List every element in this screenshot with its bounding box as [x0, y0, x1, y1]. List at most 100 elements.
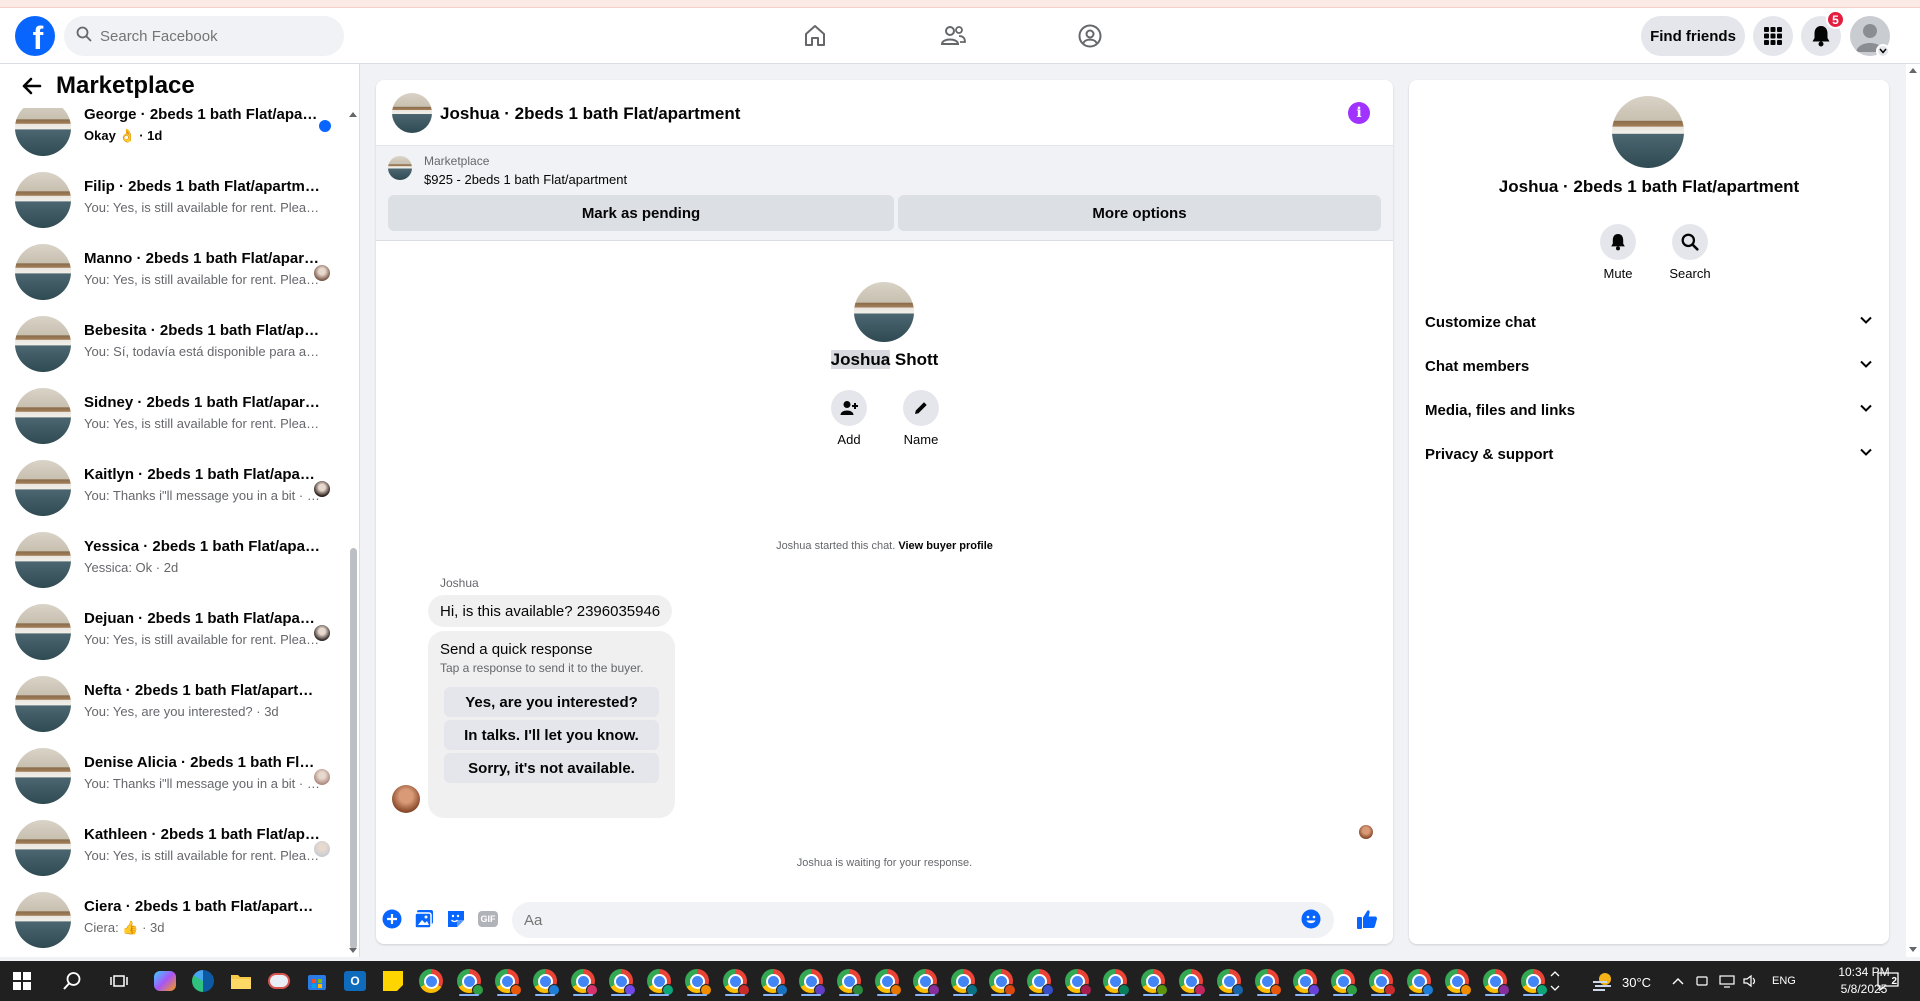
gif-icon[interactable]: GIF [476, 907, 500, 931]
mute-bell-icon[interactable] [1600, 224, 1636, 260]
add-person-icon[interactable] [831, 390, 867, 426]
customize-chat-row[interactable]: Customize chat [1409, 300, 1889, 344]
pencil-icon[interactable] [903, 390, 939, 426]
conversation-item[interactable]: Kaitlyn · 2beds 1 bath Flat/apartment You… [0, 452, 344, 524]
chat-listing-avatar[interactable] [392, 93, 432, 133]
conversation-item[interactable]: Nefta · 2beds 1 bath Flat/apartment You: … [0, 668, 344, 740]
chrome-icon[interactable] [454, 966, 484, 996]
emoji-icon[interactable] [1299, 907, 1323, 931]
windows-start-icon[interactable] [7, 966, 37, 996]
add-action[interactable]: Add [819, 390, 879, 447]
sidebar-scrollbar[interactable] [348, 108, 358, 957]
task-view-icon[interactable] [104, 966, 134, 996]
chrome-icon[interactable] [568, 966, 598, 996]
view-buyer-profile-link[interactable]: View buyer profile [898, 540, 993, 552]
mark-pending-button[interactable]: Mark as pending [388, 195, 894, 231]
friends-icon[interactable] [933, 20, 973, 52]
chrome-icon[interactable] [492, 966, 522, 996]
sticky-notes-icon[interactable] [378, 966, 408, 996]
volume-icon[interactable] [1740, 966, 1762, 996]
scrollbar-thumb[interactable] [350, 548, 357, 949]
app-icon[interactable] [264, 966, 294, 996]
quick-reply-button[interactable]: In talks. I'll let you know. [444, 720, 659, 750]
chrome-icon[interactable] [872, 966, 902, 996]
quick-reply-button[interactable]: Yes, are you interested? [444, 687, 659, 717]
chrome-icon[interactable] [1176, 966, 1206, 996]
conversation-item[interactable]: Bebesita · 2beds 1 bath Flat/apartment Yo… [0, 308, 344, 380]
chrome-icon[interactable] [1366, 966, 1396, 996]
chrome-icon[interactable] [1480, 966, 1510, 996]
home-icon[interactable] [795, 20, 835, 52]
buyer-avatar[interactable] [392, 785, 420, 813]
more-options-button[interactable]: More options [898, 195, 1381, 231]
temperature[interactable]: 30°C [1622, 975, 1651, 990]
chrome-icon[interactable] [758, 966, 788, 996]
file-explorer-icon[interactable] [226, 966, 256, 996]
account-chevron-icon[interactable] [1876, 44, 1890, 58]
chrome-icon[interactable] [720, 966, 750, 996]
copilot-icon[interactable] [150, 966, 180, 996]
chrome-icon[interactable] [910, 966, 940, 996]
search-box[interactable] [64, 16, 344, 56]
notification-center-icon[interactable]: 2 [1873, 966, 1903, 996]
tray-overflow-chevron-icon[interactable] [1546, 966, 1564, 996]
notifications-button[interactable]: 5 [1801, 10, 1845, 56]
search-input[interactable] [100, 27, 320, 45]
chrome-icon[interactable] [1442, 966, 1472, 996]
plus-circle-icon[interactable] [380, 907, 404, 931]
search-taskbar-icon[interactable] [57, 966, 87, 996]
chrome-icon[interactable] [948, 966, 978, 996]
name-action[interactable]: Name [891, 390, 951, 447]
thumbs-up-icon[interactable] [1355, 907, 1379, 931]
info-icon[interactable]: i [1348, 102, 1370, 124]
search-icon[interactable] [1672, 224, 1708, 260]
menu-grid-button[interactable] [1753, 16, 1793, 56]
network-icon[interactable] [1716, 966, 1738, 996]
store-icon[interactable] [302, 966, 332, 996]
chrome-icon[interactable] [1100, 966, 1130, 996]
incoming-message[interactable]: Hi, is this available? 2396035946 [428, 595, 673, 627]
facebook-logo[interactable]: f [15, 16, 55, 56]
chrome-icon[interactable] [606, 966, 636, 996]
buyer-intro-avatar[interactable] [854, 282, 914, 342]
message-input[interactable] [512, 902, 1334, 938]
show-hidden-icons-chevron[interactable] [1667, 966, 1689, 996]
page-scrollbar[interactable] [1906, 64, 1920, 957]
find-friends-button[interactable]: Find friends [1641, 16, 1745, 56]
quick-reply-button[interactable]: Sorry, it's not available. [444, 753, 659, 783]
conversation-item[interactable]: Sidney · 2beds 1 bath Flat/apartment You:… [0, 380, 344, 452]
chrome-icon[interactable] [796, 966, 826, 996]
chrome-icon[interactable] [1328, 966, 1358, 996]
conversation-item[interactable]: Manno · 2beds 1 bath Flat/apartment You: … [0, 236, 344, 308]
language-indicator[interactable]: ENG [1772, 975, 1796, 987]
chrome-icon[interactable] [834, 966, 864, 996]
back-arrow-icon[interactable] [16, 70, 48, 102]
details-name[interactable]: Joshua · 2beds 1 bath Flat/apartment [1409, 177, 1889, 197]
chrome-icon[interactable] [986, 966, 1016, 996]
conversation-item[interactable]: Denise Alicia · 2beds 1 bath Flat/apartm… [0, 740, 344, 812]
photo-icon[interactable] [412, 907, 436, 931]
edge-icon[interactable] [188, 966, 218, 996]
chrome-icon[interactable] [1138, 966, 1168, 996]
profile-nav-icon[interactable] [1070, 20, 1110, 52]
listing-thumbnail[interactable] [388, 156, 412, 180]
media-files-links-row[interactable]: Media, files and links [1409, 388, 1889, 432]
mute-action[interactable]: Mute [1588, 224, 1648, 281]
chrome-icon[interactable] [1404, 966, 1434, 996]
search-action[interactable]: Search [1660, 224, 1720, 281]
chrome-icon[interactable] [644, 966, 674, 996]
outlook-icon[interactable]: O [340, 966, 370, 996]
listing-price[interactable]: $925 - 2beds 1 bath Flat/apartment [424, 172, 627, 187]
chrome-icon[interactable] [1024, 966, 1054, 996]
chrome-icon[interactable] [1214, 966, 1244, 996]
chat-title[interactable]: Joshua · 2beds 1 bath Flat/apartment [440, 104, 740, 124]
conversation-item[interactable]: Kathleen · 2beds 1 bath Flat/apartment Yo… [0, 812, 344, 884]
chrome-icon[interactable] [1518, 966, 1548, 996]
privacy-support-row[interactable]: Privacy & support [1409, 432, 1889, 476]
chrome-icon[interactable] [530, 966, 560, 996]
chrome-icon[interactable] [416, 966, 446, 996]
conversation-item[interactable]: Filip · 2beds 1 bath Flat/apartment You: … [0, 164, 344, 236]
conversation-item[interactable]: Dejuan · 2beds 1 bath Flat/apartment You:… [0, 596, 344, 668]
conversation-item[interactable]: Yessica · 2beds 1 bath Flat/apartment Yes… [0, 524, 344, 596]
sticker-icon[interactable] [444, 907, 468, 931]
